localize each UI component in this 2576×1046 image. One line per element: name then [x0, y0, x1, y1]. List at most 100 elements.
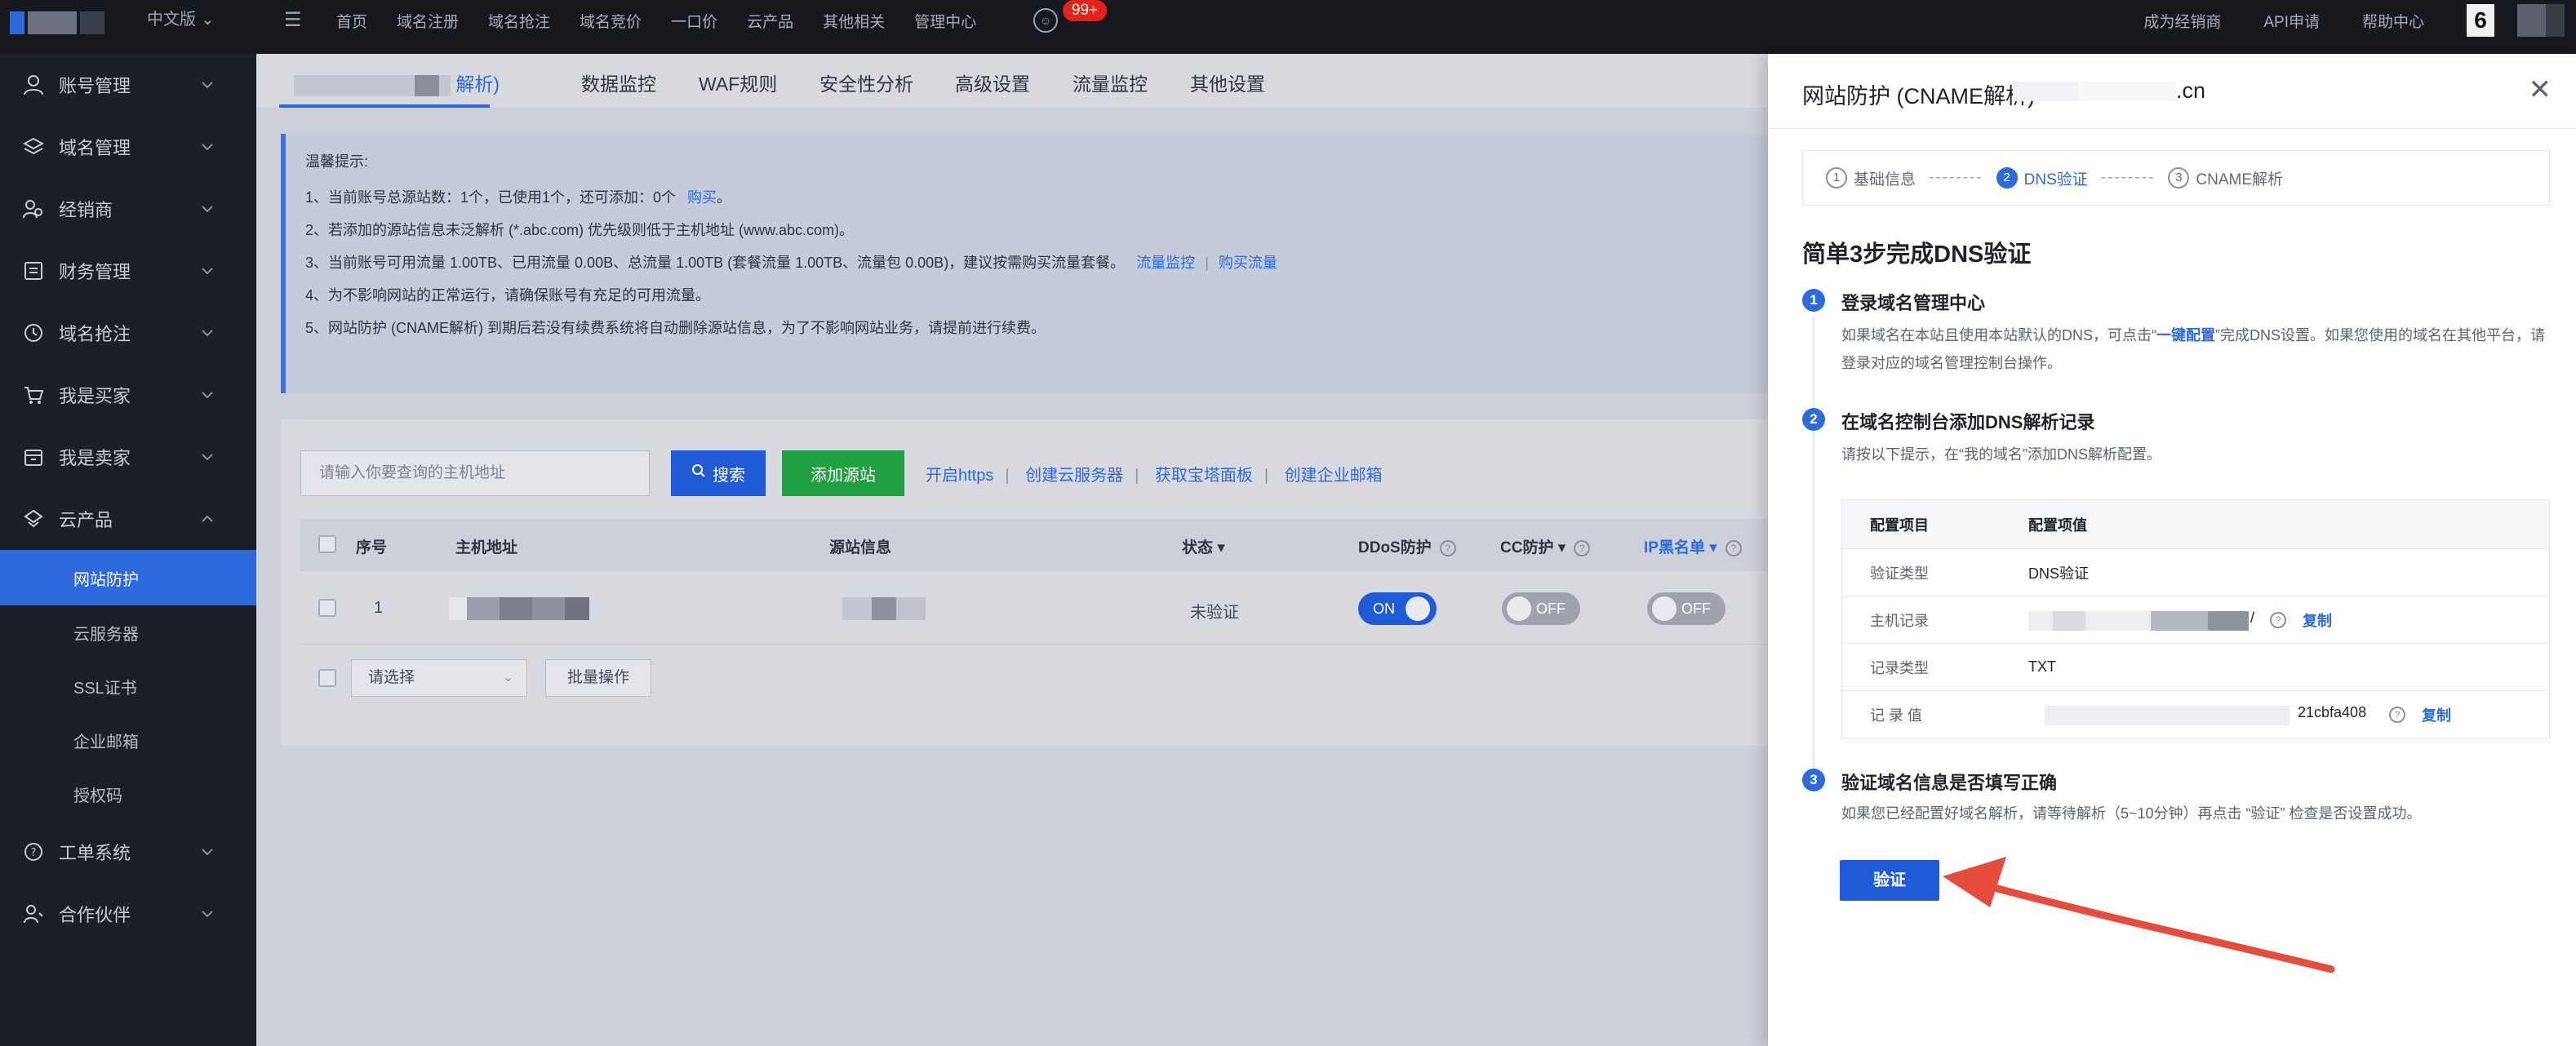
tip-line-5: 5、网站防护 (CNAME解析) 到期后若没有续费系统将自动删除源站信息，为了不… — [305, 320, 1046, 336]
step-2-label[interactable]: DNS验证 — [2024, 167, 2088, 189]
logo[interactable] — [10, 11, 104, 34]
tab-traffic-monitor[interactable]: 流量监控 — [1073, 69, 1148, 96]
step-1-label[interactable]: 基础信息 — [1854, 167, 1916, 189]
sidebar-item-domain[interactable]: 域名管理 — [0, 116, 256, 178]
one-click-config-link[interactable]: 一键配置 — [2156, 327, 2215, 343]
select-all-checkbox[interactable] — [318, 535, 336, 553]
sidebar-item-account[interactable]: 账号管理 — [0, 54, 256, 116]
tab-advanced-settings[interactable]: 高级设置 — [955, 69, 1030, 96]
table-row: 主机记录 / ? 复制 — [1842, 596, 2549, 644]
message-icon[interactable]: ☺ — [1033, 8, 1058, 33]
sidebar-sub-cloud-server[interactable]: 云服务器 — [0, 605, 256, 659]
ip-blacklist-toggle[interactable]: OFF — [1647, 592, 1725, 625]
help-icon[interactable]: ? — [2389, 707, 2405, 723]
col-status[interactable]: 状态 ▾ — [1182, 535, 1225, 557]
nav-domain-register[interactable]: 域名注册 — [397, 10, 459, 32]
sidebar-item-label: 我是买家 — [59, 386, 131, 406]
section-3-title: 验证域名信息是否填写正确 — [1841, 773, 2058, 793]
sidebar-item-label: 域名管理 — [59, 138, 131, 158]
sidebar-item-ticket[interactable]: ? 工单系统 — [0, 821, 256, 883]
sidebar-item-cloud[interactable]: 云产品 — [0, 488, 256, 550]
step-2-number: 2 — [1996, 167, 2018, 188]
sidebar-item-snap[interactable]: 域名抢注 — [0, 302, 256, 364]
sidebar-item-label: 财务管理 — [59, 262, 131, 282]
avatar[interactable] — [2517, 4, 2565, 37]
enable-https-link[interactable]: 开启https — [926, 467, 993, 485]
top-nav: 首页 域名注册 域名抢注 域名竞价 一口价 云产品 其他相关 管理中心 — [336, 0, 1006, 41]
nav-other[interactable]: 其他相关 — [823, 10, 885, 32]
cc-toggle[interactable]: OFF — [1502, 592, 1580, 625]
help-icon[interactable]: ? — [1725, 539, 1742, 556]
language-label: 中文版 — [147, 11, 196, 29]
row-checkbox[interactable] — [318, 599, 336, 617]
batch-operation-button[interactable]: 批量操作 — [545, 659, 651, 697]
buy-link[interactable]: 购买 — [687, 189, 717, 206]
help-icon[interactable]: ? — [2270, 612, 2286, 628]
nav-cloud[interactable]: 云产品 — [747, 10, 793, 32]
sidebar-sub-ssl[interactable]: SSL证书 — [0, 659, 256, 713]
copy-record-value-button[interactable]: 复制 — [2422, 704, 2451, 725]
create-enterprise-email-link[interactable]: 创建企业邮箱 — [1285, 467, 1383, 485]
tab-bar: 解析) 数据监控 WAF规则 安全性分析 高级设置 流量监控 其他设置 — [256, 54, 1768, 108]
copy-host-record-button[interactable]: 复制 — [2303, 609, 2332, 631]
sidebar-item-finance[interactable]: 财务管理 — [0, 240, 256, 302]
nav-manage-center[interactable]: 管理中心 — [914, 10, 976, 32]
toolbar-links: 开启https | 创建云服务器 | 获取宝塔面板 | 创建企业邮箱 — [926, 467, 1383, 485]
tab-waf-rules[interactable]: WAF规则 — [699, 69, 777, 96]
menu-toggle-icon[interactable]: ☰ — [284, 10, 302, 31]
sidebar-sub-email[interactable]: 企业邮箱 — [0, 713, 256, 767]
sidebar-item-partner[interactable]: 合作伙伴 — [0, 883, 256, 945]
nav-domain-auction[interactable]: 域名竞价 — [580, 10, 642, 32]
batch-select[interactable]: 请选择 ⌄ — [351, 659, 527, 697]
chevron-down-icon — [202, 330, 213, 337]
chevron-down-icon — [202, 849, 213, 856]
notification-count[interactable]: 6 — [2467, 4, 2494, 37]
col-cc[interactable]: CC防护 ▾? — [1500, 535, 1591, 557]
tab-cname[interactable]: 解析) — [294, 69, 500, 96]
tab-security-analysis[interactable]: 安全性分析 — [819, 69, 913, 96]
section-connector — [1813, 436, 1814, 770]
tab-other-settings[interactable]: 其他设置 — [1190, 69, 1265, 96]
sidebar-item-seller[interactable]: 我是卖家 — [0, 426, 256, 488]
sidebar-item-reseller[interactable]: 经销商 — [0, 178, 256, 240]
search-button-label: 搜索 — [713, 466, 745, 485]
ddos-toggle[interactable]: ON — [1358, 592, 1437, 625]
nav-home[interactable]: 首页 — [336, 10, 367, 32]
chevron-down-icon — [202, 206, 213, 213]
active-tab-indicator — [279, 104, 490, 108]
batch-checkbox[interactable] — [318, 669, 336, 687]
get-bt-panel-link[interactable]: 获取宝塔面板 — [1155, 467, 1253, 485]
tab-data-monitor[interactable]: 数据监控 — [581, 69, 656, 96]
nav-fixed-price[interactable]: 一口价 — [671, 10, 717, 32]
become-reseller-link[interactable]: 成为经销商 — [2143, 10, 2221, 32]
section-3-desc: 如果您已经配置好域名解析，请等待解析（5~10分钟）再点击 “验证” 检查是否设… — [1841, 805, 2422, 822]
help-center-link[interactable]: 帮助中心 — [2362, 10, 2424, 32]
buy-traffic-link[interactable]: 购买流量 — [1219, 255, 1277, 271]
help-icon[interactable]: ? — [1439, 539, 1456, 556]
sidebar-sub-website-protection[interactable]: 网站防护 — [0, 550, 256, 605]
caret-down-icon: ▾ — [1557, 539, 1566, 556]
traffic-monitor-link[interactable]: 流量监控 — [1136, 255, 1195, 271]
search-button[interactable]: 搜索 — [671, 450, 766, 496]
chevron-down-icon — [202, 82, 213, 89]
col-ip-blacklist[interactable]: IP黑名单 ▾? — [1644, 535, 1742, 557]
sidebar-sub-auth-code[interactable]: 授权码 — [0, 767, 256, 821]
verify-button[interactable]: 验证 — [1840, 860, 1939, 901]
add-site-button[interactable]: 添加源站 — [782, 450, 904, 496]
create-cloud-server-link[interactable]: 创建云服务器 — [1025, 467, 1123, 485]
cart-icon — [21, 383, 46, 407]
nav-domain-snap[interactable]: 域名抢注 — [488, 10, 550, 32]
help-icon[interactable]: ? — [1574, 539, 1591, 556]
caret-down-icon: ▾ — [1709, 539, 1717, 556]
language-switcher[interactable]: 中文版 ⌄ — [147, 8, 215, 31]
sidebar-item-buyer[interactable]: 我是买家 — [0, 364, 256, 426]
search-input[interactable]: 请输入你要查询的主机地址 — [300, 450, 650, 496]
section-2-title: 在域名控制台添加DNS解析记录 — [1841, 412, 2095, 432]
top-right-links: 成为经销商 API申请 帮助中心 6 — [2143, 0, 2576, 41]
api-apply-link[interactable]: API申请 — [2263, 10, 2320, 32]
sidebar-item-label: 经销商 — [59, 200, 113, 220]
step-3-label[interactable]: CNAME解析 — [2196, 167, 2283, 189]
close-icon[interactable]: ✕ — [2529, 73, 2552, 106]
tips-box: 温馨提示: 1、当前账号总源站数：1个，已使用1个，还可添加：0个 购买。 2、若… — [281, 134, 1768, 393]
host-address-masked[interactable] — [449, 597, 589, 620]
